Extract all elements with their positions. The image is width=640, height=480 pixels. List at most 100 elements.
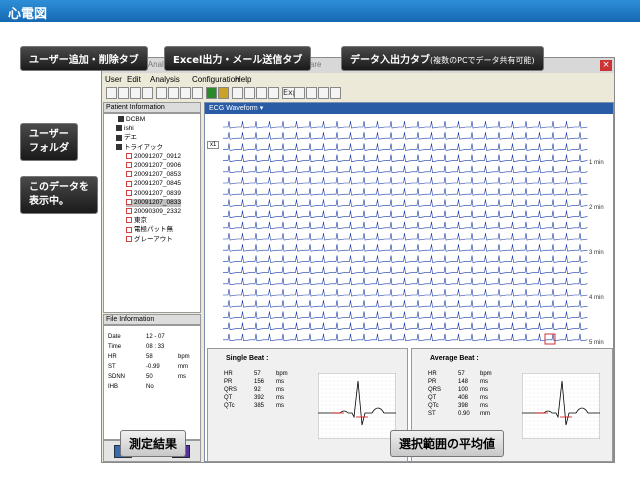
patient-file-item[interactable]: 20090309_2332	[126, 208, 181, 216]
menu-help[interactable]: Help	[235, 75, 251, 84]
ecg-trace	[223, 311, 588, 319]
patient-file-item[interactable]: 20091207_0906	[126, 162, 181, 170]
beat-value: 385	[254, 403, 265, 409]
beat-value: 156	[254, 379, 265, 385]
patient-file-item[interactable]: 電極パット無	[126, 226, 173, 234]
import-icon[interactable]	[156, 87, 167, 99]
file-info-unit: mm	[178, 364, 188, 370]
ecg-trace	[223, 176, 588, 185]
help-icon[interactable]	[330, 87, 341, 99]
beat-plot	[318, 373, 396, 439]
patient-info-header: Patient Information	[103, 102, 201, 113]
user-folder-icon	[116, 134, 122, 141]
list-icon[interactable]	[268, 87, 279, 99]
ecg-trace	[223, 165, 588, 174]
menu-analysis[interactable]: Analysis	[150, 75, 180, 84]
file-icon	[126, 153, 132, 160]
patient-file-item[interactable]: 20091207_0839	[126, 190, 181, 198]
ecg-waveform-header[interactable]: ECG Waveform ▾	[205, 103, 613, 114]
beat-value: 392	[254, 395, 265, 401]
min-label: 3 min	[589, 250, 604, 256]
beat-unit: mm	[480, 411, 490, 417]
print-icon[interactable]	[180, 87, 191, 99]
ecg-trace	[223, 232, 588, 241]
menu-user[interactable]: User	[105, 75, 122, 84]
open-icon[interactable]	[168, 87, 179, 99]
file-info-label: ST	[108, 364, 116, 370]
user-folder-icon	[116, 143, 122, 150]
beat-label: PR	[224, 379, 233, 385]
ecg-trace	[223, 143, 588, 151]
toolbar: Exp	[102, 87, 614, 101]
waveform-icon[interactable]	[232, 87, 243, 99]
data-tab-label: データ入出力タブ	[350, 55, 430, 66]
file-info-value: No	[146, 384, 154, 390]
ecg-trace	[223, 333, 588, 342]
single-beat-panel: Single Beat : HR 57 bpm PR 156 ms QRS 92 ms QT 392 m…	[207, 348, 408, 462]
patient-file-item[interactable]: グレーアウト	[126, 236, 173, 244]
item-label: 20090309_2332	[134, 208, 181, 215]
file-info-value: -0.99	[146, 364, 160, 370]
patient-folder-item[interactable]: ishi	[116, 125, 134, 133]
save-icon[interactable]	[192, 87, 203, 99]
beat-label: QT	[224, 395, 233, 401]
down-icon[interactable]	[294, 87, 305, 99]
excel-icon[interactable]	[206, 87, 217, 99]
file-icon	[126, 235, 132, 242]
callout-user-folder: ユーザー フォルダ	[20, 123, 78, 161]
ecg-trace	[223, 288, 588, 297]
file-icon	[126, 162, 132, 169]
patient-file-item[interactable]: 東京	[126, 217, 147, 225]
ecg-trace	[223, 244, 588, 252]
beat-unit: ms	[276, 387, 284, 393]
beat-label: QTc	[428, 403, 439, 409]
beat-title: Single Beat :	[226, 355, 269, 362]
beat-unit: ms	[480, 379, 488, 385]
beat-unit: bpm	[276, 371, 288, 377]
beat-value: 398	[458, 403, 469, 409]
user-folder-icon	[116, 125, 122, 132]
left-pane: Patient Information DCBM ishi デエ トライアック 2009…	[103, 102, 201, 462]
patient-file-item[interactable]: 20091207_0912	[126, 153, 181, 161]
beat-label: QRS	[428, 387, 442, 393]
user-add-icon[interactable]	[106, 87, 117, 99]
beat-title: Average Beat :	[430, 355, 479, 362]
file-info-label: Time	[108, 344, 122, 350]
beat-unit: ms	[480, 403, 488, 409]
patient-file-item[interactable]: 20091207_0845	[126, 180, 181, 188]
user-edit-icon[interactable]	[130, 87, 141, 99]
beat-unit: bpm	[480, 371, 492, 377]
user-remove-icon[interactable]	[118, 87, 129, 99]
chart2-icon[interactable]	[256, 87, 267, 99]
file-icon	[126, 199, 132, 206]
patient-file-item[interactable]: 20091207_0853	[126, 171, 181, 179]
item-label: 20091207_0853	[134, 171, 181, 179]
ecg-trace	[223, 266, 588, 274]
file-info-label: HR	[108, 354, 117, 360]
patient-folder-item[interactable]: DCBM	[118, 116, 145, 124]
page-title: 心電図	[8, 7, 48, 22]
mail-icon[interactable]	[218, 87, 229, 99]
ecg-waveform-canvas[interactable]	[205, 115, 615, 347]
user-folder-icon	[118, 116, 124, 123]
menubar: User Edit Analysis Configuration Help	[102, 74, 614, 86]
patient-file-item[interactable]: 20091207_0833	[126, 198, 181, 207]
ecg-trace	[223, 120, 588, 129]
menu-configuration[interactable]: Configuration	[192, 75, 240, 84]
user-delete-icon[interactable]	[142, 87, 153, 99]
close-button[interactable]: ×	[600, 60, 612, 71]
ecg-trace	[223, 210, 588, 218]
grid-icon[interactable]	[318, 87, 329, 99]
file-icon	[126, 226, 132, 233]
beat-label: PR	[428, 379, 437, 385]
file-icon	[126, 180, 132, 187]
beat-unit: ms	[276, 379, 284, 385]
chart-icon[interactable]	[244, 87, 255, 99]
zoom-select[interactable]: x1	[207, 141, 220, 149]
up-icon[interactable]	[306, 87, 317, 99]
patient-folder-item[interactable]: トライアック	[116, 144, 163, 152]
menu-edit[interactable]: Edit	[127, 75, 141, 84]
ecg-trace	[223, 255, 588, 263]
page-header: 心電図	[0, 0, 640, 22]
patient-folder-item[interactable]: デエ	[116, 134, 137, 142]
